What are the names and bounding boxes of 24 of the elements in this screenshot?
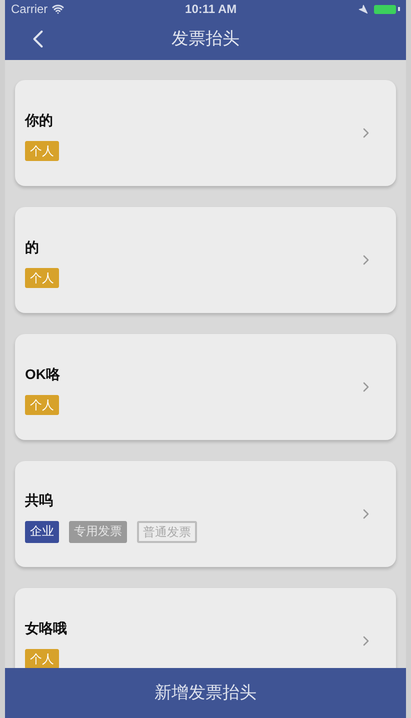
- carrier-label: Carrier: [11, 1, 48, 18]
- invoice-card[interactable]: 女咯哦 个人: [15, 588, 396, 668]
- invoice-name: 你的: [25, 110, 54, 130]
- invoice-card[interactable]: OK咯 个人: [15, 334, 396, 440]
- invoice-card[interactable]: 共呜 企业 专用发票 普通发票: [15, 461, 396, 567]
- invoice-name: 女咯哦: [25, 618, 68, 638]
- wifi-icon: [52, 3, 64, 15]
- invoice-tag: 普通发票: [137, 520, 197, 542]
- invoice-tag: 个人: [25, 648, 59, 668]
- invoice-tag: 个人: [25, 140, 59, 160]
- invoice-tag: 企业: [25, 520, 59, 542]
- status-time: 10:11 AM: [185, 1, 237, 18]
- location-arrow-icon: [358, 4, 368, 14]
- page-title: 发票抬头: [172, 28, 240, 50]
- invoice-tag: 专用发票: [69, 520, 127, 542]
- invoice-tag: 个人: [25, 394, 59, 414]
- invoice-card[interactable]: 你的 个人: [15, 80, 396, 186]
- invoice-name: 共呜: [25, 490, 54, 510]
- invoice-tag: 个人: [25, 268, 59, 288]
- invoice-name: OK咯: [25, 364, 61, 384]
- battery-icon: [374, 4, 400, 14]
- invoice-name: 的: [25, 238, 40, 256]
- add-invoice-button[interactable]: 新增发票抬头: [5, 668, 406, 718]
- invoice-card[interactable]: 的 个人: [15, 207, 396, 313]
